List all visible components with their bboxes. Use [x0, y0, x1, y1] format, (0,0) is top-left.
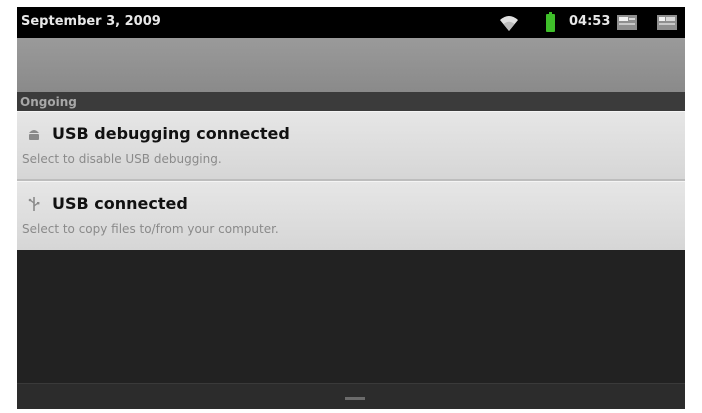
notification-shade: September 3, 2009 04:53 Ongoing USB debu… [17, 7, 685, 409]
drag-handle[interactable] [345, 397, 365, 400]
notification-usb-connected[interactable]: USB connected Select to copy files to/fr… [17, 181, 685, 250]
notification-tray-icon[interactable] [655, 12, 679, 32]
notification-text: Select to copy files to/from your comput… [22, 222, 279, 236]
notification-text: Select to disable USB debugging. [22, 152, 222, 166]
section-title-ongoing: Ongoing [20, 95, 77, 109]
shade-header [17, 38, 685, 92]
android-debug-icon [29, 130, 39, 140]
notification-tray-icon[interactable] [615, 12, 639, 32]
wifi-icon [500, 16, 518, 31]
status-date: September 3, 2009 [21, 14, 161, 29]
shade-bottom-bar[interactable] [17, 383, 685, 409]
battery-icon [546, 12, 555, 32]
notification-title: USB connected [52, 194, 188, 213]
usb-icon [28, 197, 40, 211]
status-bar: September 3, 2009 04:53 [17, 7, 685, 38]
notification-usb-debugging[interactable]: USB debugging connected Select to disabl… [17, 111, 685, 179]
status-time: 04:53 [569, 14, 611, 29]
notification-title: USB debugging connected [52, 124, 290, 143]
section-header: Ongoing [17, 92, 685, 111]
